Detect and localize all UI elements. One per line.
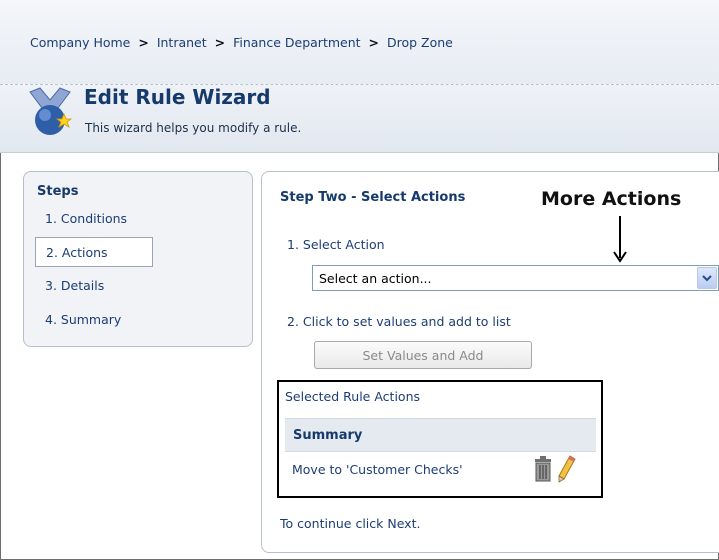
- step-actions[interactable]: 2. Actions: [35, 237, 153, 267]
- continue-hint: To continue click Next.: [280, 516, 421, 531]
- breadcrumb-separator: >: [368, 35, 379, 50]
- set-values-label: 2. Click to set values and add to list: [287, 314, 511, 329]
- breadcrumb: Company Home > Intranet > Finance Depart…: [30, 35, 453, 50]
- selected-actions-title: Selected Rule Actions: [285, 389, 421, 404]
- steps-title: Steps: [37, 184, 79, 199]
- set-values-and-add-button[interactable]: Set Values and Add: [314, 341, 532, 369]
- wizard-icon: [29, 87, 72, 135]
- step-heading: Step Two - Select Actions: [280, 190, 466, 205]
- pencil-icon[interactable]: [556, 455, 576, 483]
- breadcrumb-finance-department[interactable]: Finance Department: [233, 35, 360, 50]
- rule-action-row: Move to 'Customer Checks': [292, 462, 463, 477]
- action-select-value: Select an action...: [319, 271, 432, 286]
- select-action-label: 1. Select Action: [287, 237, 385, 252]
- step-summary[interactable]: 4. Summary: [45, 312, 121, 327]
- breadcrumb-separator: >: [138, 35, 149, 50]
- annotation-label: More Actions: [541, 188, 682, 210]
- summary-header: Summary: [285, 418, 596, 452]
- arrow-down-icon: [613, 216, 627, 263]
- step-conditions[interactable]: 1. Conditions: [45, 211, 127, 226]
- breadcrumb-separator: >: [214, 35, 226, 50]
- breadcrumb-bar: Company Home > Intranet > Finance Depart…: [0, 0, 719, 84]
- action-select[interactable]: Select an action...: [312, 265, 719, 291]
- page-subtitle: This wizard helps you modify a rule.: [85, 121, 302, 135]
- summary-header-label: Summary: [293, 428, 363, 443]
- chevron-down-icon[interactable]: [697, 267, 717, 289]
- breadcrumb-drop-zone[interactable]: Drop Zone: [387, 35, 453, 50]
- breadcrumb-company-home[interactable]: Company Home: [30, 35, 130, 50]
- trash-icon[interactable]: [533, 456, 553, 482]
- breadcrumb-intranet[interactable]: Intranet: [157, 35, 207, 50]
- step-details[interactable]: 3. Details: [45, 278, 104, 293]
- page-title: Edit Rule Wizard: [84, 85, 271, 109]
